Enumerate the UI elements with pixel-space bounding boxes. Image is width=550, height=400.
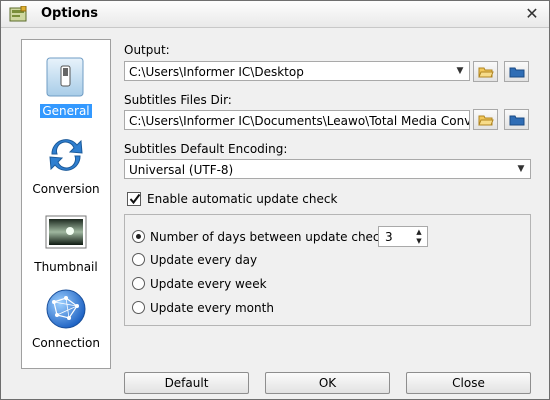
spin-up-icon[interactable]: ▲ bbox=[412, 228, 426, 237]
folder-icon bbox=[509, 115, 525, 126]
folder-open-icon bbox=[478, 67, 494, 78]
sidebar-item-conversion[interactable]: Conversion bbox=[22, 134, 110, 204]
days-between-radio[interactable] bbox=[132, 230, 145, 243]
checkmark-icon bbox=[129, 193, 141, 205]
options-category-list: General Conversion Thumbnail Connection bbox=[21, 39, 111, 369]
auto-update-checkbox[interactable] bbox=[127, 192, 141, 206]
dialog-title: Options bbox=[41, 6, 98, 21]
update-weekly-label: Update every week bbox=[150, 277, 267, 291]
output-label: Output: bbox=[124, 43, 170, 57]
ok-button[interactable]: OK bbox=[265, 372, 390, 394]
sidebar-item-label: General bbox=[40, 104, 92, 118]
switch-icon bbox=[44, 56, 88, 98]
update-daily-radio[interactable] bbox=[132, 253, 145, 266]
update-monthly-radio[interactable] bbox=[132, 301, 145, 314]
days-between-label: Number of days between update checks bbox=[150, 230, 393, 244]
chevron-down-icon[interactable]: ▼ bbox=[512, 160, 530, 178]
title-bar[interactable]: Options ✕ bbox=[1, 1, 549, 28]
settings-app-icon bbox=[9, 5, 28, 23]
subtitles-dir-field[interactable]: C:\Users\Informer IC\Documents\Leawo\Tot… bbox=[124, 110, 470, 130]
spin-down-icon[interactable]: ▼ bbox=[412, 237, 426, 246]
days-spinner[interactable]: 3 ▲ ▼ bbox=[378, 226, 428, 247]
update-weekly-radio[interactable] bbox=[132, 277, 145, 290]
landscape-image-icon bbox=[44, 212, 88, 254]
globe-network-icon bbox=[44, 288, 88, 330]
browse-subtitles-folder-button[interactable] bbox=[473, 109, 498, 130]
options-dialog: Options ✕ General Conversion Thumbnail C… bbox=[0, 0, 550, 400]
refresh-arrows-icon bbox=[44, 134, 88, 176]
sidebar-item-label: Connection bbox=[32, 336, 100, 350]
sidebar-item-label: Conversion bbox=[32, 182, 100, 196]
sidebar-item-general[interactable]: General bbox=[22, 56, 110, 126]
sidebar-item-thumbnail[interactable]: Thumbnail bbox=[22, 212, 110, 282]
close-icon[interactable]: ✕ bbox=[521, 4, 543, 24]
days-value: 3 bbox=[385, 230, 393, 244]
update-monthly-label: Update every month bbox=[150, 301, 274, 315]
output-path-combo[interactable]: C:\Users\Informer IC\Desktop ▼ bbox=[124, 61, 470, 81]
folder-open-icon bbox=[478, 115, 494, 126]
radio-selected-dot bbox=[136, 234, 141, 239]
encoding-select[interactable]: Universal (UTF-8) ▼ bbox=[124, 159, 531, 179]
default-button[interactable]: Default bbox=[124, 372, 249, 394]
chevron-down-icon[interactable]: ▼ bbox=[451, 62, 469, 80]
close-button[interactable]: Close bbox=[406, 372, 531, 394]
encoding-value: Universal (UTF-8) bbox=[129, 163, 234, 177]
auto-update-label: Enable automatic update check bbox=[147, 192, 338, 206]
open-subtitles-folder-button[interactable] bbox=[504, 109, 529, 130]
subtitles-dir-value: C:\Users\Informer IC\Documents\Leawo\Tot… bbox=[129, 114, 469, 128]
folder-icon bbox=[509, 67, 525, 78]
update-daily-label: Update every day bbox=[150, 253, 258, 267]
subtitles-dir-label: Subtitles Files Dir: bbox=[124, 93, 232, 107]
browse-output-folder-button[interactable] bbox=[473, 61, 498, 82]
output-path-value: C:\Users\Informer IC\Desktop bbox=[129, 65, 304, 79]
sidebar-item-connection[interactable]: Connection bbox=[22, 288, 110, 358]
encoding-label: Subtitles Default Encoding: bbox=[124, 142, 288, 156]
open-output-folder-button[interactable] bbox=[504, 61, 529, 82]
sidebar-item-label: Thumbnail bbox=[34, 260, 98, 274]
